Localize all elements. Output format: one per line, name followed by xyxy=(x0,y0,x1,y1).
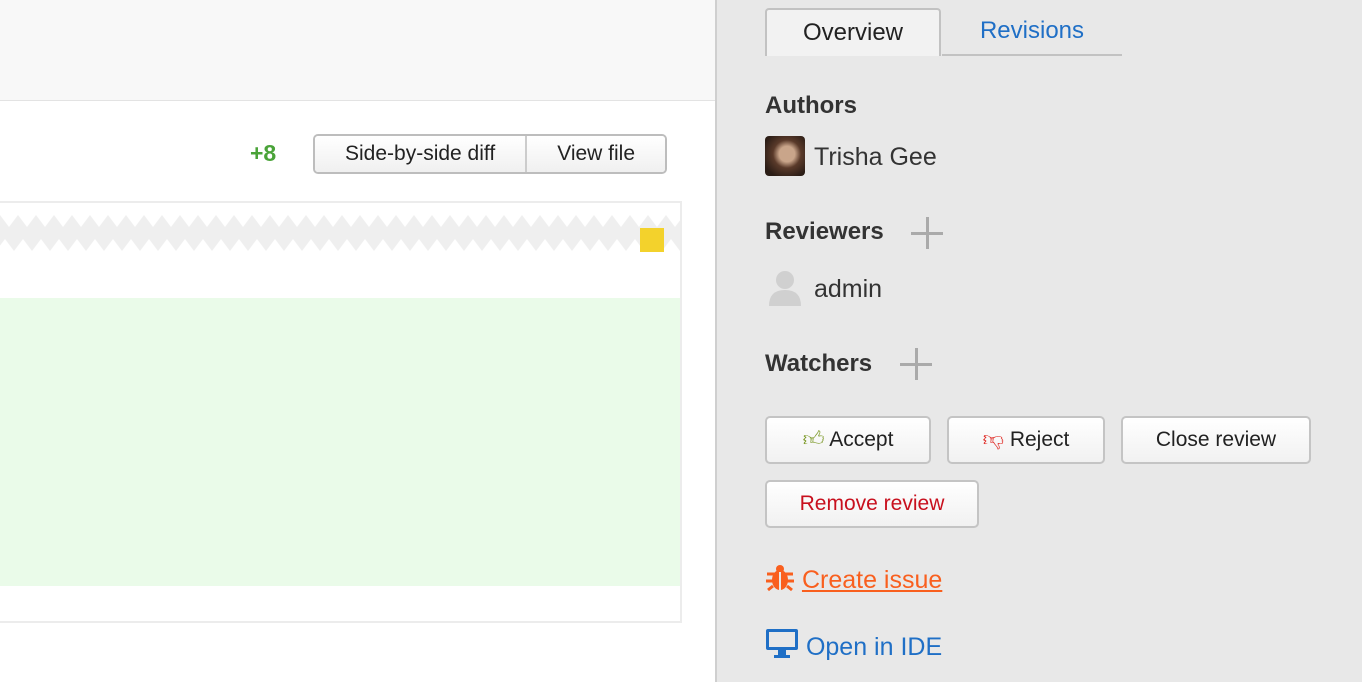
create-issue-link[interactable]: Create issue xyxy=(765,564,942,595)
reviewer-name[interactable]: admin xyxy=(814,275,882,304)
top-bar xyxy=(0,0,715,101)
add-reviewer-plus-icon[interactable] xyxy=(911,217,943,249)
tab-revisions[interactable]: Revisions xyxy=(942,8,1122,56)
collapsed-lines-separator[interactable] xyxy=(0,215,680,251)
bug-icon xyxy=(766,565,794,592)
review-sidebar: Overview Revisions Authors Trisha Gee Re… xyxy=(715,0,1362,682)
side-by-side-diff-button[interactable]: Side-by-side diff xyxy=(315,136,526,172)
watchers-heading: Watchers xyxy=(765,350,873,377)
diff-view xyxy=(0,201,682,623)
remove-review-button[interactable]: Remove review xyxy=(765,480,979,528)
comment-marker-icon[interactable] xyxy=(640,228,664,252)
added-lines-block xyxy=(0,298,680,586)
thumbs-down-icon: 👎︎ xyxy=(982,428,1004,451)
added-lines-count: +8 xyxy=(250,140,277,166)
close-review-button[interactable]: Close review xyxy=(1121,416,1311,464)
author-avatar xyxy=(765,136,805,176)
reject-button[interactable]: 👎︎ Reject xyxy=(947,416,1105,464)
author-name[interactable]: Trisha Gee xyxy=(814,143,937,172)
authors-heading: Authors xyxy=(765,92,857,119)
tab-overview[interactable]: Overview xyxy=(765,8,941,56)
thumbs-up-icon: 👍︎ xyxy=(802,428,825,451)
diff-view-button-group: Side-by-side diff View file xyxy=(313,134,668,174)
view-file-button[interactable]: View file xyxy=(525,136,666,172)
accept-button[interactable]: 👍︎ Accept xyxy=(765,416,931,464)
default-user-icon xyxy=(769,271,801,306)
monitor-icon xyxy=(766,629,798,658)
open-in-ide-link[interactable]: Open in IDE xyxy=(765,628,942,662)
add-watcher-plus-icon[interactable] xyxy=(900,348,932,380)
reviewers-heading: Reviewers xyxy=(765,218,884,245)
